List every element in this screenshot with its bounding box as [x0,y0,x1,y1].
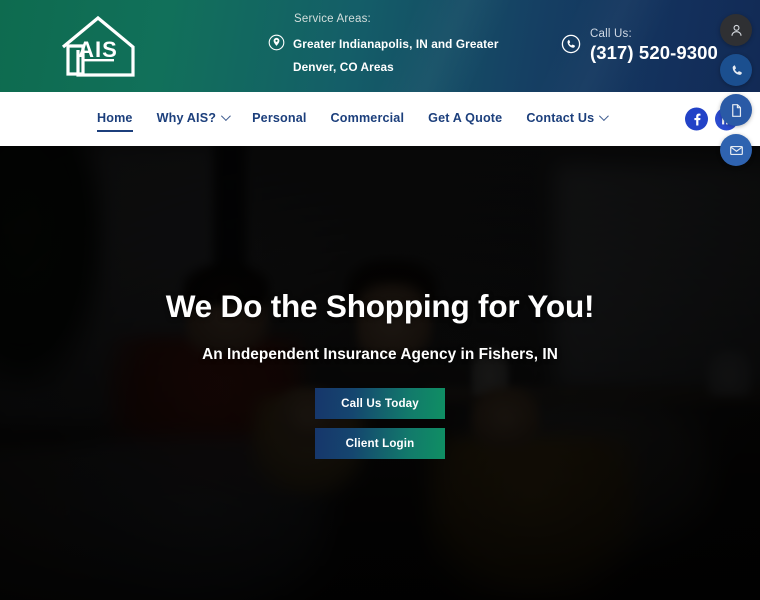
nav-item-list: Home Why AIS? Personal Commercial Get A … [97,110,610,132]
user-account-icon[interactable] [720,14,752,46]
page-root: AIS Service Areas: Greater Indianapolis,… [0,0,760,600]
nav-item-commercial[interactable]: Commercial [331,111,405,128]
client-login-button[interactable]: Client Login [315,428,445,459]
call-us-block[interactable]: Call Us: (317) 520-9300 [561,28,718,64]
nav-item-home[interactable]: Home [97,110,133,132]
ais-house-logo-icon: AIS [61,15,135,77]
nav-item-label: Contact Us [526,110,595,125]
nav-item-personal[interactable]: Personal [252,111,306,128]
service-areas-block: Service Areas: Greater Indianapolis, IN … [268,13,535,79]
nav-item-label: Personal [252,110,307,125]
nav-item-contact-us[interactable]: Contact Us [526,110,610,128]
nav-item-label: Commercial [330,110,405,125]
service-areas-value: Greater Indianapolis, IN and Greater Den… [293,36,499,74]
site-logo[interactable]: AIS [0,11,196,81]
floating-action-rail [720,14,752,166]
nav-item-label: Why AIS? [156,110,217,125]
hero-section: We Do the Shopping for You! An Independe… [0,146,760,600]
phone-number[interactable]: (317) 520-9300 [590,42,718,64]
map-pin-icon [268,34,285,56]
nav-item-why-ais[interactable]: Why AIS? [156,110,231,128]
call-us-label: Call Us: [590,28,632,40]
call-us-today-button[interactable]: Call Us Today [315,388,445,419]
nav-item-label: Get A Quote [428,110,503,125]
nav-item-get-a-quote[interactable]: Get A Quote [428,111,502,128]
hero-subtitle: An Independent Insurance Agency in Fishe… [202,346,558,363]
hero-cta-group: Call Us Today Client Login [0,388,760,459]
phone-icon[interactable] [720,54,752,86]
envelope-icon[interactable] [720,134,752,166]
document-icon[interactable] [720,94,752,126]
svg-text:AIS: AIS [78,37,118,62]
nav-item-label: Home [97,110,133,125]
chevron-down-icon [599,111,610,122]
hero-title: We Do the Shopping for You! [165,288,595,324]
chevron-down-icon [221,111,231,122]
hero-content: We Do the Shopping for You! An Independe… [0,146,760,459]
service-areas-label: Service Areas: [294,13,371,26]
top-utility-bar: AIS Service Areas: Greater Indianapolis,… [0,0,760,92]
main-navigation: Home Why AIS? Personal Commercial Get A … [0,92,760,146]
facebook-icon[interactable] [685,107,708,131]
phone-circle-icon [561,34,581,59]
